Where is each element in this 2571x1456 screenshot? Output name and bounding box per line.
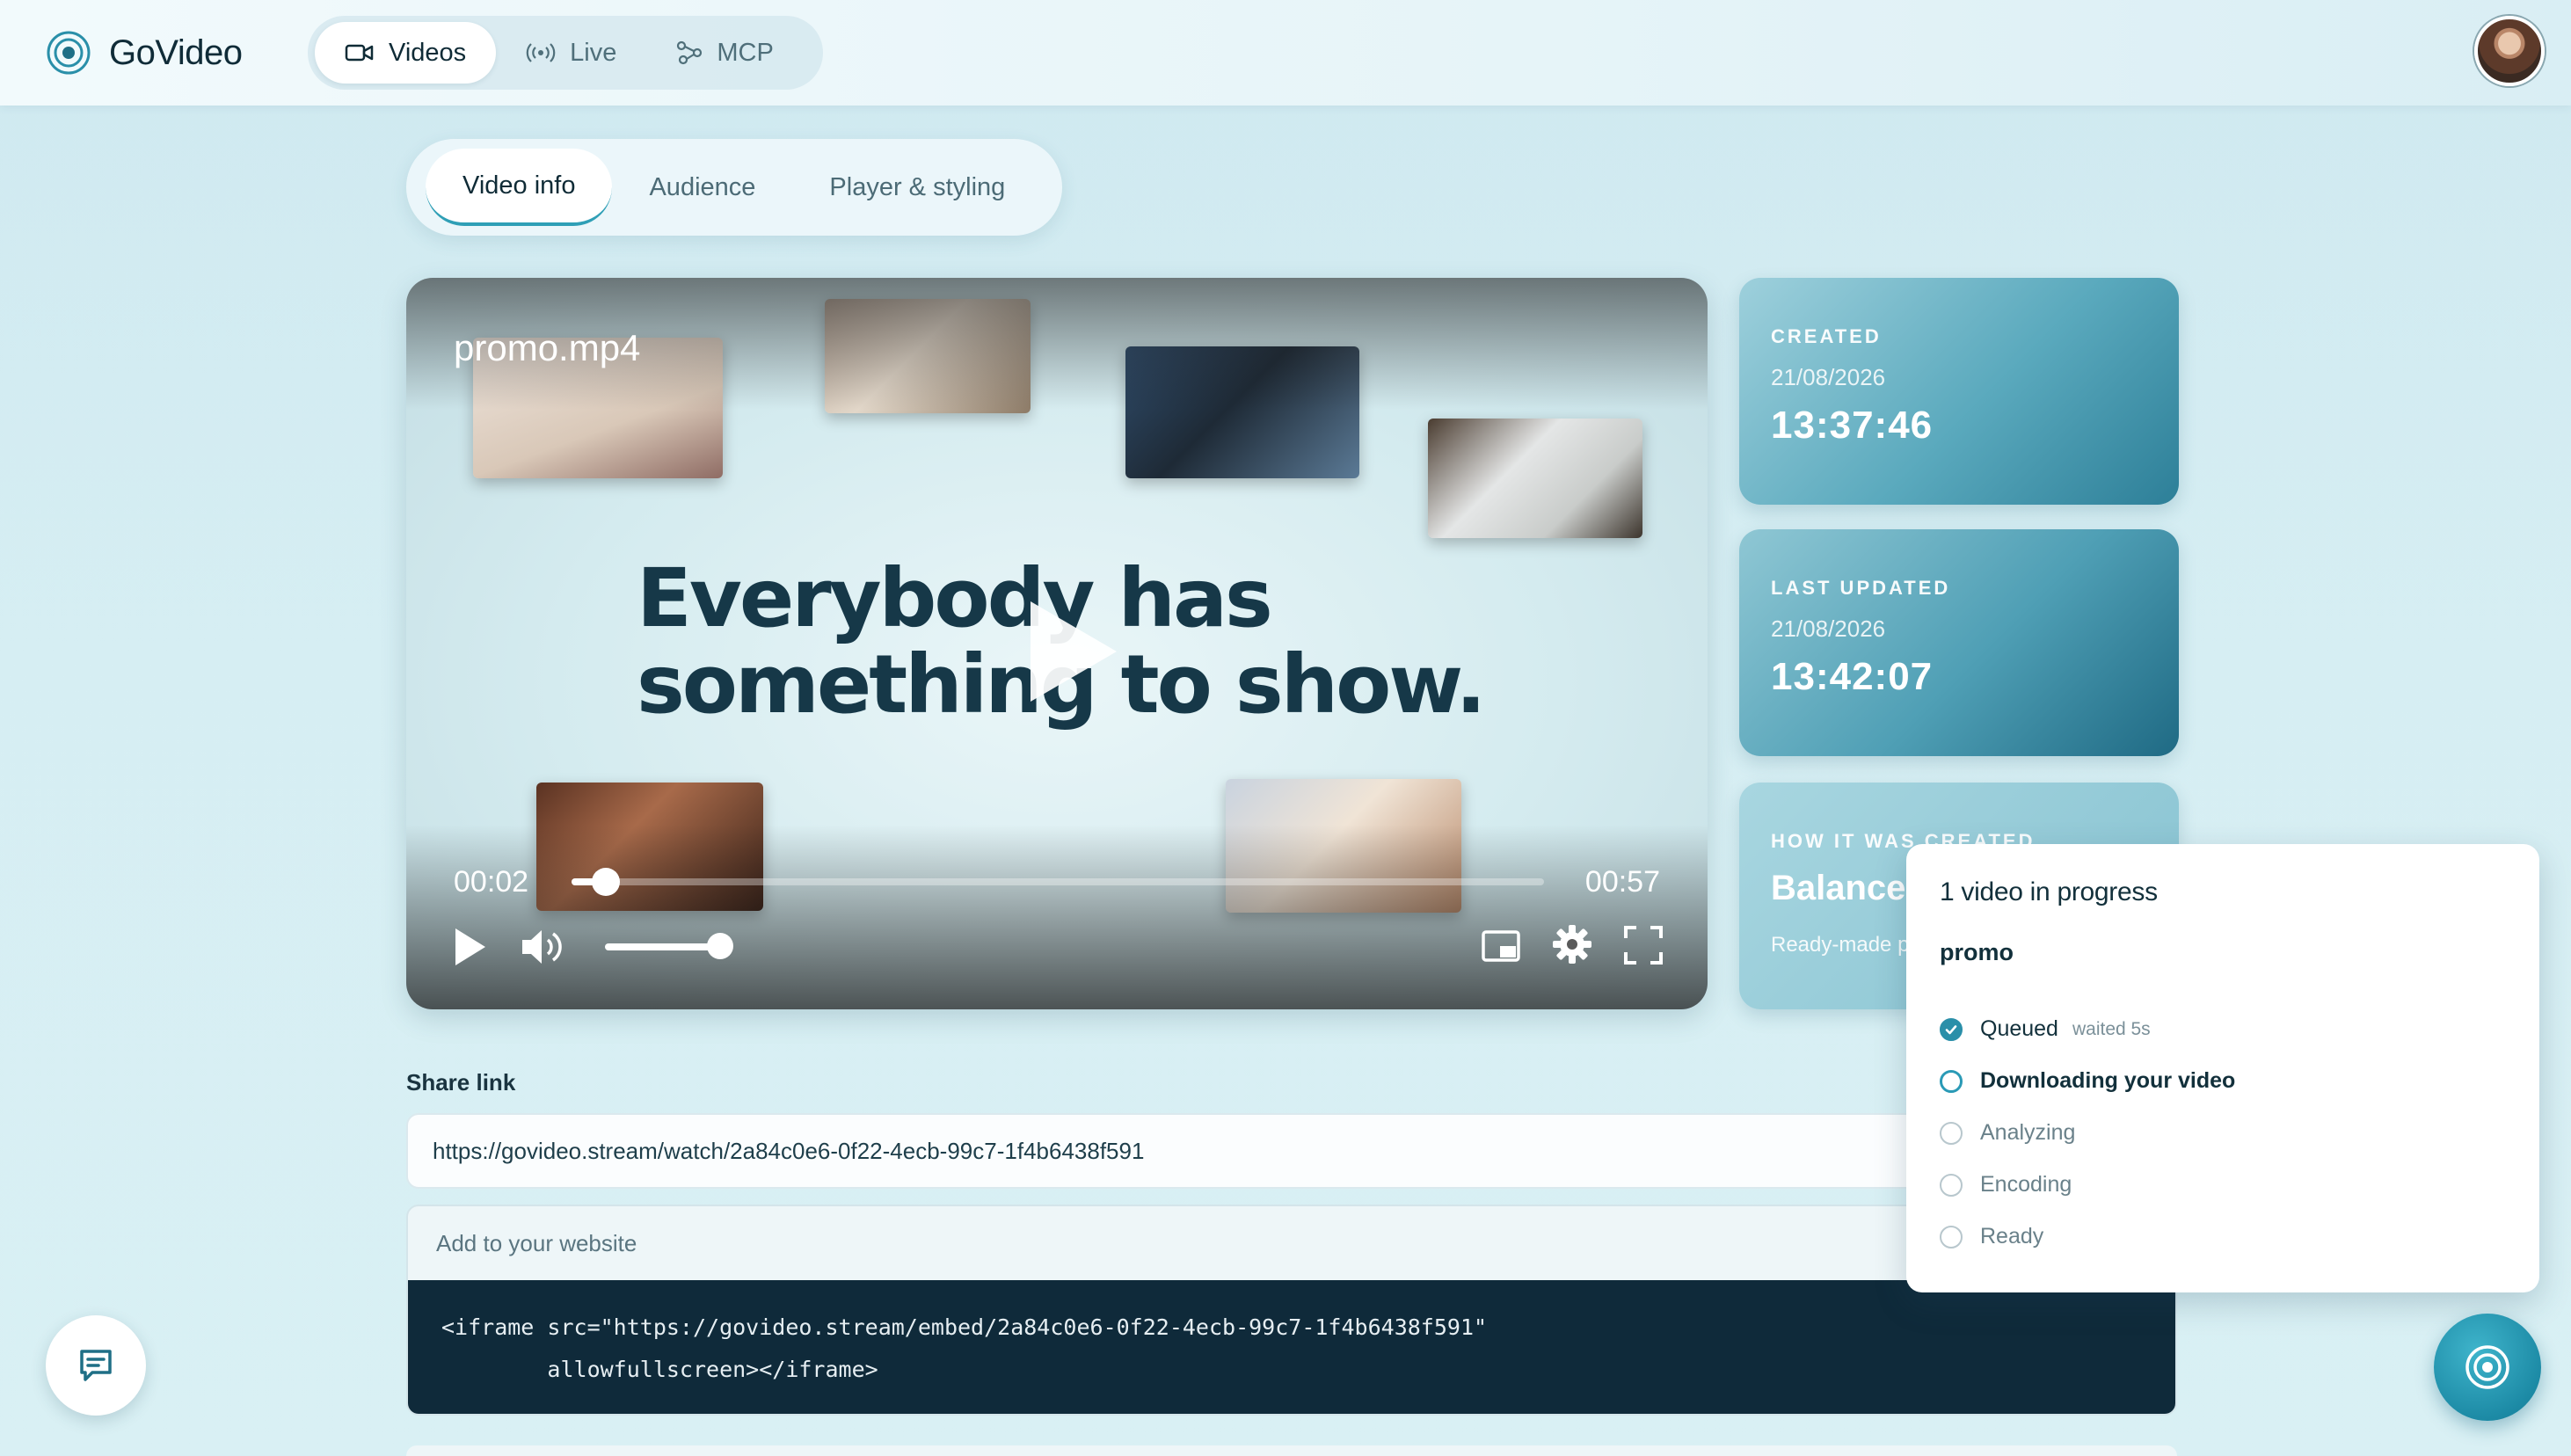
chat-bubble-icon xyxy=(80,1350,112,1381)
big-play-icon[interactable] xyxy=(1018,594,1124,709)
tab-video-info[interactable]: Video info xyxy=(426,149,613,226)
fullscreen-icon[interactable] xyxy=(1623,925,1664,965)
last-updated-card: LAST UPDATED 21/08/2026 13:42:07 xyxy=(1739,529,2179,756)
embed-code-block[interactable]: <iframe src="https://govideo.stream/embe… xyxy=(408,1280,2175,1414)
settings-gear-icon[interactable] xyxy=(1551,923,1593,965)
assistant-button[interactable] xyxy=(2434,1314,2541,1421)
progress-steps: Queued waited 5s Downloading your video … xyxy=(1940,1003,2506,1263)
volume-handle[interactable] xyxy=(707,933,733,959)
step-downloading: Downloading your video xyxy=(1940,1055,2506,1107)
card-date: 21/08/2026 xyxy=(1771,364,1886,390)
nav-item-videos[interactable]: Videos xyxy=(315,22,497,84)
chat-button[interactable] xyxy=(46,1315,146,1416)
popover-title: 1 video in progress xyxy=(1940,877,2158,906)
empty-circle-icon xyxy=(1940,1173,1963,1197)
duration: 00:57 xyxy=(1584,865,1660,899)
nav-item-label: MCP xyxy=(717,38,774,67)
video-camera-icon xyxy=(345,44,374,62)
nav-item-label: Videos xyxy=(389,38,467,67)
video-filename: promo.mp4 xyxy=(454,327,641,368)
video-tabs: Video info Audience Player & styling xyxy=(406,139,1062,236)
step-label: Encoding xyxy=(1980,1172,2072,1197)
step-analyzing: Analyzing xyxy=(1940,1107,2506,1159)
step-ready: Ready xyxy=(1940,1211,2506,1263)
card-date: 21/08/2026 xyxy=(1771,615,1886,642)
active-circle-icon xyxy=(1940,1069,1963,1093)
upload-progress-popover: 1 video in progress promo Queued waited … xyxy=(1906,844,2539,1292)
tab-audience[interactable]: Audience xyxy=(612,149,792,226)
tab-player-styling[interactable]: Player & styling xyxy=(792,149,1042,226)
share-link-label: Share link xyxy=(406,1069,516,1096)
picture-in-picture-icon[interactable] xyxy=(1481,928,1523,965)
nodes-icon xyxy=(677,40,703,65)
current-time: 00:02 xyxy=(454,865,529,899)
video-frame-thumbnail xyxy=(1428,419,1642,538)
top-bar: GoVideo Videos Live MCP xyxy=(0,0,2571,106)
check-circle-icon xyxy=(1940,1017,1963,1041)
seek-handle[interactable] xyxy=(591,868,620,896)
play-icon[interactable] xyxy=(450,925,489,969)
govideo-logo-icon xyxy=(47,31,91,75)
player-bottom-gradient xyxy=(406,825,1708,1009)
govideo-logo-icon xyxy=(2465,1345,2509,1389)
video-name: promo xyxy=(1940,939,2014,965)
brand[interactable]: GoVideo xyxy=(46,26,243,79)
step-queued: Queued waited 5s xyxy=(1940,1003,2506,1055)
created-card: CREATED 21/08/2026 13:37:46 xyxy=(1739,278,2179,505)
nav-item-label: Live xyxy=(570,38,617,67)
empty-circle-icon xyxy=(1940,1225,1963,1249)
step-label: Analyzing xyxy=(1980,1120,2076,1145)
card-label: LAST UPDATED xyxy=(1771,577,1951,599)
broadcast-icon xyxy=(526,43,556,62)
next-section-edge xyxy=(406,1445,2177,1456)
app-name: GoVideo xyxy=(109,33,243,72)
empty-circle-icon xyxy=(1940,1121,1963,1145)
step-label: Ready xyxy=(1980,1224,2044,1249)
step-label: Queued xyxy=(1980,1016,2058,1041)
step-label: Downloading your video xyxy=(1980,1068,2236,1093)
volume-icon[interactable] xyxy=(519,925,564,969)
nav-item-mcp[interactable]: MCP xyxy=(646,22,803,84)
seek-bar[interactable] xyxy=(572,868,1544,896)
card-label: CREATED xyxy=(1771,325,1882,347)
step-encoding: Encoding xyxy=(1940,1159,2506,1211)
card-time: 13:37:46 xyxy=(1771,404,1934,447)
card-time: 13:42:07 xyxy=(1771,655,1934,698)
step-note: waited 5s xyxy=(2072,1018,2151,1039)
user-avatar[interactable] xyxy=(2474,16,2545,86)
main-nav: Videos Live MCP xyxy=(308,16,823,90)
video-player[interactable]: Everybody has something to show. promo.m… xyxy=(406,278,1708,1009)
nav-item-live[interactable]: Live xyxy=(496,22,646,84)
